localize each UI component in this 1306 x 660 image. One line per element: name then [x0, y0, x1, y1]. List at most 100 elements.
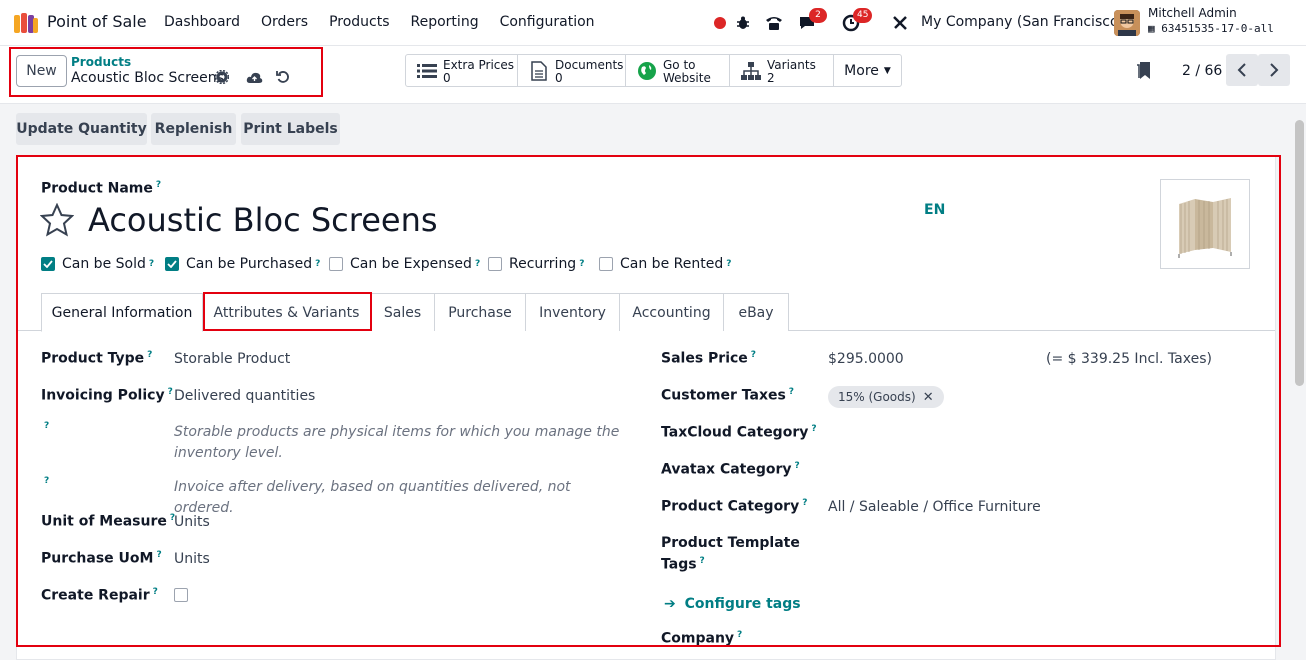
help-tooltip-icon[interactable]: ?: [700, 556, 705, 566]
control-panel: New Products Acoustic Bloc Screens Extra…: [0, 46, 1306, 104]
help-tooltip-icon[interactable]: ?: [156, 550, 161, 560]
menu-orders[interactable]: Orders: [261, 14, 308, 30]
debug-bug-icon[interactable]: [731, 11, 755, 35]
new-button[interactable]: New: [16, 55, 67, 87]
notebook-tabs: General Information Attributes & Variant…: [16, 293, 1275, 332]
remove-tag-icon[interactable]: ✕: [923, 390, 934, 405]
template-tags-label-text: Tags: [661, 556, 697, 573]
can-be-expensed-option[interactable]: Can be Expensed?: [329, 256, 480, 272]
create-repair-checkbox[interactable]: [174, 588, 188, 602]
main-menu: Dashboard Orders Products Reporting Conf…: [164, 14, 616, 30]
help-tooltip-icon[interactable]: ?: [475, 259, 480, 269]
help-tooltip-icon[interactable]: ?: [751, 350, 756, 360]
menu-configuration[interactable]: Configuration: [500, 14, 595, 30]
activities-clock-icon[interactable]: 45: [839, 8, 873, 35]
recurring-option[interactable]: Recurring?: [488, 256, 584, 272]
help-tooltip-icon[interactable]: ?: [44, 476, 49, 486]
scrollbar-thumb[interactable]: [1295, 120, 1304, 386]
menu-products[interactable]: Products: [329, 14, 389, 30]
invoicing-policy-select[interactable]: Delivered quantities: [174, 388, 315, 404]
documents-button[interactable]: Documents 0: [518, 55, 626, 86]
database-name: ▦ 63451535-17-0-all: [1148, 22, 1274, 35]
user-avatar[interactable]: [1114, 10, 1140, 36]
gear-icon[interactable]: [213, 68, 231, 86]
breadcrumb-current: Acoustic Bloc Screens: [71, 70, 224, 86]
recurring-checkbox[interactable]: [488, 257, 502, 271]
tab-purchase[interactable]: Purchase: [435, 293, 526, 331]
more-button[interactable]: More ▼: [834, 55, 901, 86]
unit-of-measure-field[interactable]: Units: [174, 514, 210, 530]
tab-sales[interactable]: Sales: [371, 293, 435, 331]
company-switcher[interactable]: My Company (San Francisco): [921, 14, 1124, 30]
purchase-uom-label: Purchase UoM?: [41, 550, 162, 567]
help-tooltip-icon[interactable]: ?: [149, 259, 154, 269]
help-tooltip-icon[interactable]: ?: [156, 180, 161, 190]
configure-tags-button[interactable]: ➔ Configure tags: [664, 596, 801, 612]
help-tooltip-icon[interactable]: ?: [579, 259, 584, 269]
variants-button[interactable]: Variants 2: [730, 55, 834, 86]
invoicing-policy-note: Invoice after delivery, based on quantit…: [174, 479, 571, 516]
tab-accounting[interactable]: Accounting: [620, 293, 724, 331]
can-be-rented-checkbox[interactable]: [599, 257, 613, 271]
can-be-sold-checkbox[interactable]: [41, 257, 55, 271]
update-quantity-button[interactable]: Update Quantity: [16, 113, 147, 145]
sales-price-label: Sales Price?: [661, 350, 756, 367]
pager-value[interactable]: 2 / 66: [1182, 63, 1222, 79]
help-tooltip-icon[interactable]: ?: [811, 424, 816, 434]
user-name[interactable]: Mitchell Admin: [1148, 6, 1237, 20]
pager-next-button[interactable]: [1258, 54, 1290, 86]
tab-attributes-variants[interactable]: Attributes & Variants: [203, 293, 371, 331]
help-tooltip-icon[interactable]: ?: [737, 630, 742, 640]
website-label: Website: [663, 71, 711, 85]
customer-tax-tag[interactable]: 15% (Goods) ✕: [828, 386, 944, 408]
can-be-rented-option[interactable]: Can be Rented?: [599, 256, 731, 272]
extra-prices-button[interactable]: Extra Prices 0: [406, 55, 518, 86]
tab-ebay[interactable]: eBay: [724, 293, 789, 331]
save-cloud-icon[interactable]: [245, 68, 263, 86]
print-labels-button[interactable]: Print Labels: [241, 113, 340, 145]
help-tooltip-icon[interactable]: ?: [315, 259, 320, 269]
language-toggle[interactable]: EN: [924, 202, 945, 218]
replenish-button[interactable]: Replenish: [151, 113, 236, 145]
product-category-field[interactable]: All / Saleable / Office Furniture: [828, 499, 1041, 515]
help-tooltip-icon[interactable]: ?: [795, 461, 800, 471]
menu-reporting[interactable]: Reporting: [411, 14, 479, 30]
discard-undo-icon[interactable]: [274, 68, 292, 86]
messages-icon[interactable]: 2: [795, 8, 827, 35]
pos-app-icon[interactable]: [13, 12, 39, 34]
company-label: Company?: [661, 630, 742, 647]
app-name[interactable]: Point of Sale: [47, 12, 147, 31]
tools-icon[interactable]: [888, 11, 912, 35]
help-tooltip-icon[interactable]: ?: [44, 421, 49, 431]
tab-inventory[interactable]: Inventory: [526, 293, 620, 331]
product-image[interactable]: [1160, 179, 1250, 269]
menu-dashboard[interactable]: Dashboard: [164, 14, 240, 30]
help-tooltip-icon[interactable]: ?: [168, 387, 173, 397]
go-to-website-button[interactable]: Go to Website: [626, 55, 730, 86]
help-tooltip-icon[interactable]: ?: [789, 387, 794, 397]
product-name-input[interactable]: Acoustic Bloc Screens: [88, 201, 438, 239]
can-be-purchased-checkbox[interactable]: [165, 257, 179, 271]
can-be-sold-option[interactable]: Can be Sold?: [41, 256, 154, 272]
configure-tags-label: Configure tags: [684, 596, 801, 612]
phone-icon[interactable]: [762, 11, 786, 35]
purchase-uom-field[interactable]: Units: [174, 551, 210, 567]
pager-previous-button[interactable]: [1226, 54, 1258, 86]
product-category-label: Product Category?: [661, 498, 807, 515]
help-tooltip-icon[interactable]: ?: [147, 350, 152, 360]
variants-label: Variants: [767, 58, 816, 72]
can-be-purchased-option[interactable]: Can be Purchased?: [165, 256, 320, 272]
breadcrumb-products[interactable]: Products: [71, 55, 131, 69]
sales-price-input[interactable]: $295.0000: [828, 351, 904, 367]
help-tooltip-icon[interactable]: ?: [153, 587, 158, 597]
record-icon[interactable]: [708, 11, 732, 35]
tab-general-information[interactable]: General Information: [41, 293, 203, 332]
product-type-select[interactable]: Storable Product: [174, 351, 290, 367]
star-favorite-icon[interactable]: [39, 202, 75, 237]
template-tags-label-line1: Product Template: [661, 535, 800, 551]
help-tooltip-icon[interactable]: ?: [726, 259, 731, 269]
can-be-expensed-checkbox[interactable]: [329, 257, 343, 271]
bookmark-icon[interactable]: [1137, 62, 1153, 80]
help-tooltip-icon[interactable]: ?: [802, 498, 807, 508]
template-tags-label-line2: Tags?: [661, 556, 705, 573]
